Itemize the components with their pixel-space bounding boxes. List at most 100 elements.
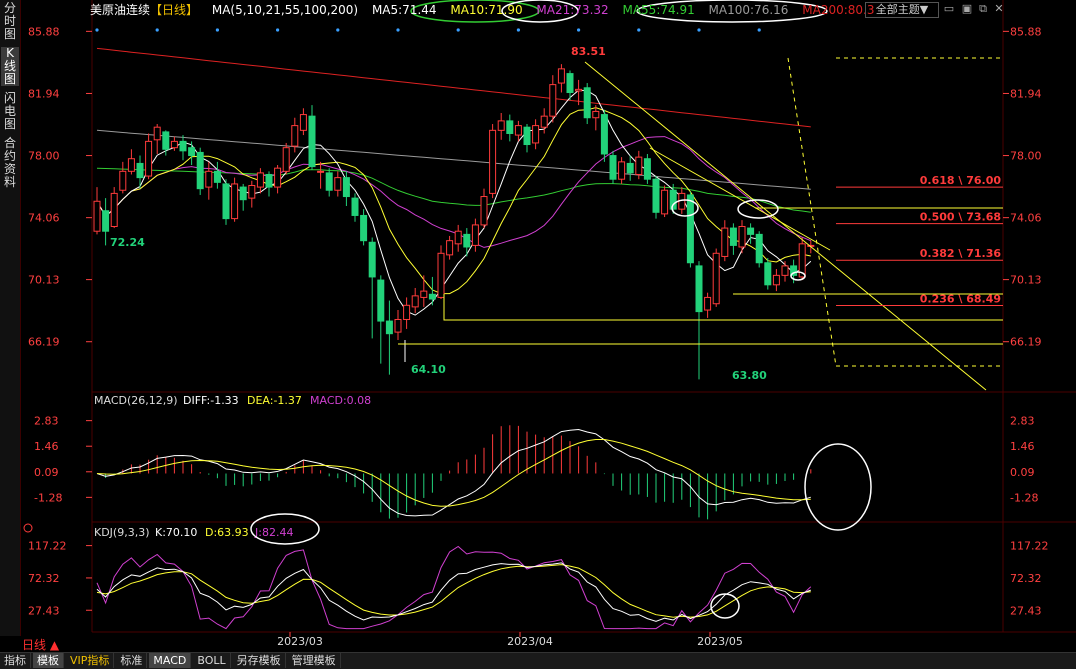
candle-down — [695, 265, 703, 313]
sidebar-item-timeshare[interactable]: 分时图 — [1, 2, 19, 41]
sidebar-item-kline[interactable]: K线图 — [1, 47, 19, 86]
candle-down — [179, 140, 187, 152]
price-tick-label: 70.13 — [28, 274, 60, 287]
price-tick-label: 85.88 — [28, 25, 60, 38]
tab-save-template[interactable]: 另存模板 — [233, 653, 286, 668]
macd-tick-label: 0.09 — [34, 466, 59, 479]
candle-down — [764, 262, 772, 286]
candle-down — [222, 183, 230, 220]
candle-up — [592, 110, 600, 119]
signal-dot — [516, 28, 521, 32]
candle-down — [342, 177, 350, 198]
tab-standard[interactable]: 标准 — [116, 653, 148, 668]
macd-diff-value: DIFF:-1.33 — [183, 394, 239, 407]
signal-dot — [697, 28, 701, 32]
candle-up — [291, 125, 299, 147]
price-tick-label: 70.13 — [1010, 274, 1042, 287]
candle-up — [145, 140, 153, 177]
ma-legend: 美原油连续【日线】 MA(5,10,21,55,100,200) MA5:71.… — [90, 2, 884, 18]
candle-up — [231, 183, 239, 220]
minimize-icon[interactable]: ▭ — [942, 2, 956, 16]
price-tick-label: 66.19 — [28, 336, 60, 349]
x-tick-label: 2023/05 — [697, 635, 743, 648]
candle-down — [729, 227, 737, 246]
ma55-line — [96, 167, 811, 213]
candle-up — [394, 318, 402, 333]
ma200-line — [96, 47, 811, 128]
restore-icon[interactable]: ⧉ — [976, 2, 990, 16]
signal-dot — [757, 28, 761, 32]
candle-down — [239, 186, 247, 201]
low-annotation: 63.80 — [732, 369, 767, 382]
price-tick-label: 81.94 — [28, 87, 60, 100]
signal-dot — [215, 28, 219, 32]
candle-down — [506, 120, 514, 134]
macd-diff-line — [96, 428, 811, 517]
sidebar-item-contract-info[interactable]: 合约资料 — [1, 137, 19, 189]
fib-level-label: 0.618 \ 76.00 — [920, 174, 1002, 187]
tab-boll[interactable]: BOLL — [193, 653, 231, 668]
candle-up — [420, 290, 428, 298]
candle-up — [540, 115, 548, 128]
candle-up — [411, 295, 419, 308]
tab-indicator[interactable]: 指标 — [0, 653, 31, 668]
ma100-value: MA100:76.16 — [708, 3, 789, 17]
candle-down — [360, 214, 368, 242]
kdj-k-value: K:70.10 — [155, 526, 197, 539]
candle-up — [772, 274, 780, 286]
price-tick-label: 81.94 — [1010, 87, 1042, 100]
signal-dot — [155, 28, 159, 32]
candle-down — [188, 147, 196, 157]
candle-up — [403, 304, 411, 320]
highlight-ellipse — [804, 443, 872, 531]
x-tick-label: 2023/04 — [507, 635, 553, 648]
candle-down — [626, 162, 634, 174]
ma21-value: MA21:73.32 — [536, 3, 609, 17]
maximize-icon[interactable]: ▣ — [960, 2, 974, 16]
ma5-value: MA5:71.44 — [371, 3, 437, 17]
sidebar-item-flash[interactable]: 闪电图 — [1, 92, 19, 131]
candle-up — [299, 114, 307, 131]
signal-dot — [456, 28, 460, 32]
signal-dot — [95, 28, 99, 32]
candle-down — [600, 114, 608, 155]
signal-dot — [276, 28, 280, 32]
close-icon[interactable]: ✕ — [992, 2, 1006, 16]
tab-manage-template[interactable]: 管理模板 — [288, 653, 341, 668]
macd-dea-value: DEA:-1.37 — [247, 394, 302, 407]
candle-up — [480, 196, 488, 226]
price-tick-label: 78.00 — [1010, 150, 1042, 163]
candle-down — [747, 227, 755, 235]
signal-dot — [336, 28, 340, 32]
candle-up — [248, 185, 256, 199]
candle-down — [652, 178, 660, 213]
kdj-tick-label: 117.22 — [28, 540, 67, 553]
chart-canvas: 85.88 85.88 81.94 81.94 78.00 78.00 74.06 74.06… — [23, 0, 1076, 648]
candle-down — [308, 115, 316, 168]
macd-label: MACD(26,12,9) — [94, 394, 178, 407]
tab-macd[interactable]: MACD — [149, 653, 192, 668]
ma-params: MA(5,10,21,55,100,200) — [211, 3, 359, 17]
candle-down — [686, 194, 694, 264]
candle-up — [635, 156, 643, 175]
tab-vip-indicator[interactable]: VIP指标 — [66, 653, 115, 668]
candle-up — [110, 192, 118, 227]
candle-down — [609, 155, 617, 180]
price-tick-label: 78.00 — [28, 150, 60, 163]
candle-up — [127, 158, 135, 172]
kdj-tick-label: 27.43 — [28, 604, 60, 617]
candle-up — [471, 224, 479, 246]
candle-down — [463, 233, 471, 248]
theme-select[interactable]: 全部主题▼ — [865, 2, 939, 18]
candle-up — [549, 84, 557, 117]
macd-tick-label: 2.83 — [34, 415, 59, 428]
candle-up — [170, 140, 178, 149]
kdj-label: KDJ(9,3,3) — [94, 526, 150, 539]
candle-up — [661, 189, 669, 215]
candle-down — [368, 241, 376, 278]
period-selector[interactable]: 日线 ▲ — [22, 636, 59, 653]
candle-down — [162, 131, 170, 150]
tab-template[interactable]: 模板 — [33, 653, 64, 668]
candle-down — [566, 73, 574, 94]
macd-tick-label: -1.28 — [1010, 491, 1038, 504]
